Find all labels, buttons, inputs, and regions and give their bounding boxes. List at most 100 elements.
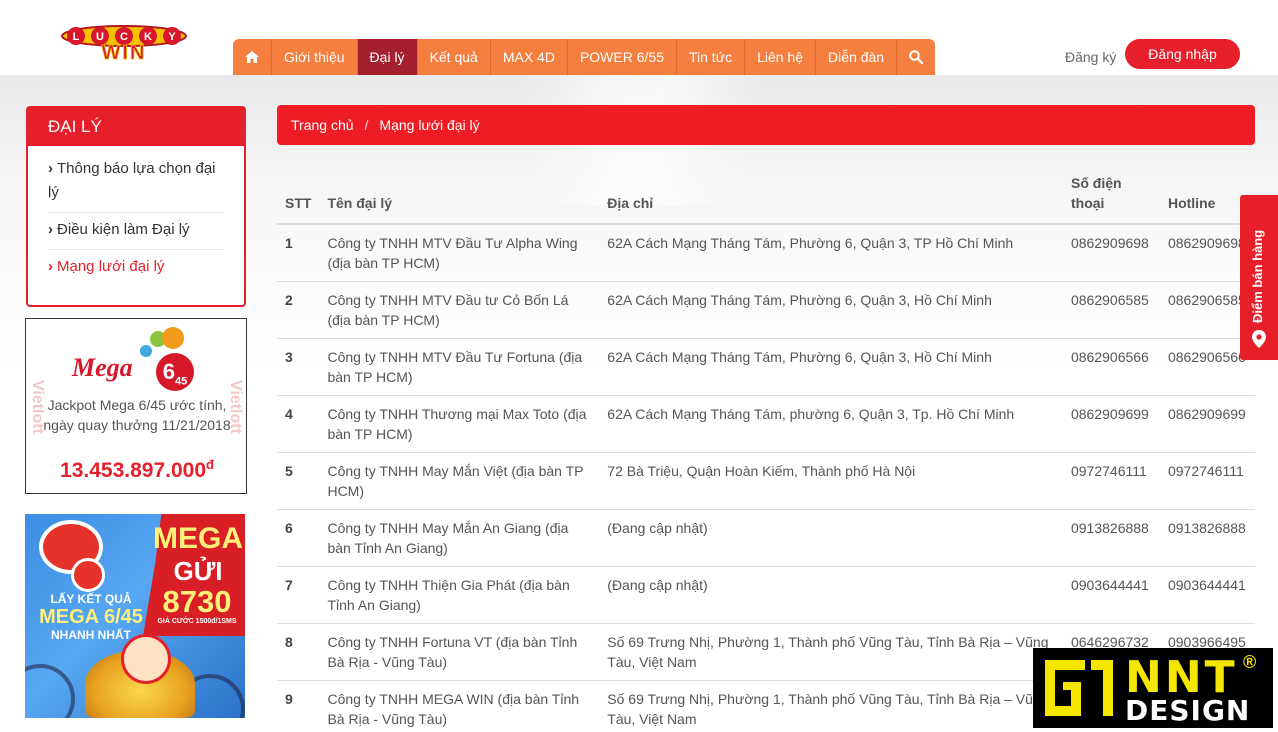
main-nav: Giới thiệu Đại lý Kết quả MAX 4D POWER 6… (233, 39, 936, 75)
sidebar-list: › Thông báo lựa chọn đại lý › Điều kiện là… (28, 146, 244, 292)
mega-logo-text: Mega (72, 353, 133, 382)
cell-address: (Đang cập nhật) (599, 566, 1063, 624)
ball-icon (140, 345, 152, 357)
table-row: 6 Công ty TNHH May Mắn An Giang (địa bàn… (277, 509, 1255, 567)
cell-phone: 0862906585 (1062, 281, 1160, 339)
sidebar-item-label: Thông báo lựa chọn đại lý (48, 160, 216, 201)
map-marker-icon (1252, 330, 1266, 348)
banner-gui-text: GỬI (173, 556, 223, 586)
sidebar-item-label: Điều kiện làm Đại lý (57, 221, 190, 238)
agent-table-container: STT Tên đại lý Địa chỉ Số điện thoại Hot… (277, 165, 1255, 732)
table-row: 2 Công ty TNHH MTV Đầu tư Cỏ Bốn Lá (địa… (277, 281, 1255, 339)
logo-win-text: WIN (102, 42, 147, 62)
cell-phone: 0913826888 (1062, 509, 1160, 567)
col-header-phone: Số điện thoại (1062, 165, 1160, 225)
cell-address: 62A Cách Mạng Tháng Tám, Phường 6, Quận … (599, 338, 1063, 396)
login-button[interactable]: Đăng nhập (1125, 39, 1240, 69)
cell-stt: 6 (277, 509, 320, 567)
cell-name: Công ty TNHH MTV Đầu tư Cỏ Bốn Lá (địa b… (319, 281, 600, 339)
nav-ket-qua[interactable]: Kết quả (418, 39, 491, 75)
breadcrumb-separator: / (364, 117, 369, 133)
nav-home[interactable] (233, 39, 272, 75)
banner-mega-text: MEGA (153, 522, 243, 555)
nav-gioi-thieu[interactable]: Giới thiệu (272, 39, 358, 75)
cell-stt: 5 (277, 452, 320, 510)
banner-product-text: MEGA 6/45 (39, 606, 143, 628)
col-header-name: Tên đại lý (319, 165, 600, 225)
fortune-god-image (121, 634, 171, 684)
jackpot-description: Jackpot Mega 6/45 ước tính, ngày quay th… (43, 397, 231, 433)
table-row: 4 Công ty TNHH Thương mại Max Toto (địa … (277, 395, 1255, 453)
table-row: 3 Công ty TNHH MTV Đầu Tư Fortuna (địa b… (277, 338, 1255, 396)
breadcrumb: Trang chủ / Mạng lưới đại lý (277, 105, 1255, 145)
cell-address: Số 69 Trưng Nhị, Phường 1, Thành phố Vũn… (599, 680, 1063, 732)
nav-dai-ly[interactable]: Đại lý (357, 39, 418, 75)
nav-dien-dan[interactable]: Diễn đàn (816, 39, 898, 75)
col-header-stt: STT (277, 165, 320, 225)
cell-hotline: 0972746111 (1159, 452, 1255, 510)
cell-address: (Đang cập nhật) (599, 509, 1063, 567)
sidebar-title: ĐẠI LÝ (28, 108, 244, 146)
nnt-design-watermark: NNT DESIGN ® (1033, 648, 1273, 728)
cell-stt: 3 (277, 338, 320, 396)
cell-name: Công ty TNHH May Mắn An Giang (địa bàn T… (319, 509, 600, 567)
table-row: 1 Công ty TNHH MTV Đầu Tư Alpha Wing (đị… (277, 224, 1255, 282)
cell-name: Công ty TNHH MEGA WIN (địa bàn Tỉnh Bà R… (319, 680, 600, 732)
cell-phone: 0862906566 (1062, 338, 1160, 396)
table-row: 7 Công ty TNHH Thiện Gia Phát (địa bàn T… (277, 566, 1255, 624)
sidebar-item-thong-bao[interactable]: › Thông báo lựa chọn đại lý (48, 152, 224, 213)
nav-tin-tuc[interactable]: Tin tức (677, 39, 746, 75)
breadcrumb-home[interactable]: Trang chủ (291, 117, 354, 133)
cell-stt: 1 (277, 224, 320, 282)
watermark-sub: DESIGN (1125, 694, 1251, 727)
home-icon (245, 51, 259, 63)
cell-address: 72 Bà Triệu, Quận Hoàn Kiếm, Thành phố H… (599, 452, 1063, 510)
cell-name: Công ty TNHH Thương mại Max Toto (địa bà… (319, 395, 600, 453)
nnt-logo-mark-icon (1045, 660, 1113, 716)
site-header: LUCKY WIN Giới thiệu Đại lý Kết quả MAX … (0, 0, 1278, 75)
banner-lay-text: LẤY KẾT QUẢ (50, 592, 132, 606)
sidebar-item-mang-luoi[interactable]: › Mạng lưới đại lý (48, 250, 224, 286)
decor-ring (25, 664, 75, 718)
agent-table: STT Tên đại lý Địa chỉ Số điện thoại Hot… (277, 165, 1255, 732)
nav-max-4d[interactable]: MAX 4D (491, 39, 568, 75)
banner-fee-text: GIÁ CƯỚC 1500đ/1SMS (157, 618, 237, 625)
search-icon (909, 50, 924, 64)
mega-jackpot-widget[interactable]: Vietlott Vietlott Mega 645 Jackpot Mega … (25, 318, 247, 494)
cell-phone: 0903644441 (1062, 566, 1160, 624)
logo-letter: Y (168, 31, 176, 43)
cell-address: Số 69 Trưng Nhị, Phường 1, Thành phố Vũn… (599, 623, 1063, 681)
registered-mark: ® (1243, 652, 1257, 672)
col-header-address: Địa chỉ (599, 165, 1063, 225)
breadcrumb-current: Mạng lưới đại lý (379, 117, 480, 133)
cell-hotline: 0903644441 (1159, 566, 1255, 624)
lottery-ball-icon (71, 558, 105, 592)
cell-phone: 0972746111 (1062, 452, 1160, 510)
cell-phone: 0862909698 (1062, 224, 1160, 282)
cell-stt: 9 (277, 680, 320, 732)
cell-phone: 0862909699 (1062, 395, 1160, 453)
sales-points-tab[interactable]: Điểm bán hàng (1240, 195, 1278, 360)
nav-search[interactable] (897, 39, 935, 75)
cell-address: 62A Cách Mạng Tháng Tám, Phường 6, Quận … (599, 281, 1063, 339)
register-link[interactable]: Đăng ký (1065, 49, 1116, 65)
cell-stt: 8 (277, 623, 320, 681)
cell-address: 62A Cách Mạng Tháng Tám, Phường 6, Quận … (599, 224, 1063, 282)
nav-power-655[interactable]: POWER 6/55 (568, 39, 677, 75)
cell-name: Công ty TNHH MTV Đầu Tư Alpha Wing (địa … (319, 224, 600, 282)
nav-lien-he[interactable]: Liên hệ (745, 39, 817, 75)
table-header-row: STT Tên đại lý Địa chỉ Số điện thoại Hot… (277, 165, 1255, 225)
cell-hotline: 0913826888 (1159, 509, 1255, 567)
chevron-right-icon: › (48, 160, 53, 177)
cell-stt: 7 (277, 566, 320, 624)
sidebar-item-dieu-kien[interactable]: › Điều kiện làm Đại lý (48, 213, 224, 250)
sidebar-item-label: Mạng lưới đại lý (57, 258, 165, 275)
cell-hotline: 0862909699 (1159, 395, 1255, 453)
mega-logo-number: 645 (156, 353, 194, 391)
cell-stt: 2 (277, 281, 320, 339)
sms-mega-banner[interactable]: MEGA GỬI 8730 GIÁ CƯỚC 1500đ/1SMS LẤY KẾ… (25, 514, 245, 718)
lucky-win-logo[interactable]: LUCKY WIN (60, 24, 188, 62)
banner-sms-number: 8730 (162, 584, 232, 619)
cell-stt: 4 (277, 395, 320, 453)
chevron-right-icon: › (48, 258, 53, 275)
